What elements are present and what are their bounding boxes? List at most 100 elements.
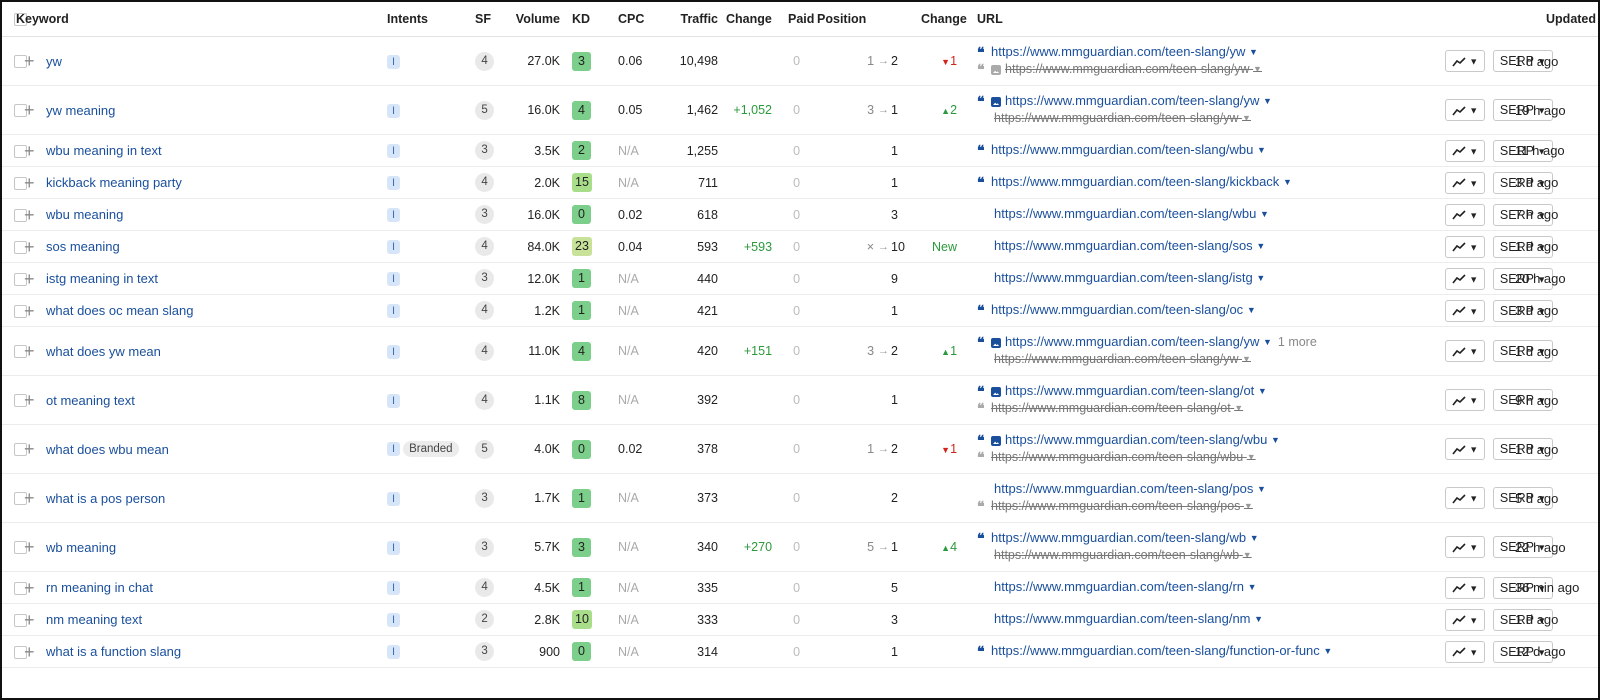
add-keyword-icon[interactable]: + (24, 174, 35, 192)
position-history-button[interactable]: ▼ (1445, 299, 1486, 322)
add-keyword-icon[interactable]: + (24, 440, 35, 458)
position-history-button[interactable]: ▼ (1445, 536, 1486, 558)
url-link[interactable]: https://www.mmguardian.com/teen-slang/po… (994, 481, 1266, 496)
url-link[interactable]: https://www.mmguardian.com/teen-slang/ot… (1005, 383, 1267, 398)
keyword-link[interactable]: rn meaning in chat (46, 580, 153, 595)
position-history-button[interactable]: ▼ (1445, 640, 1486, 663)
sf-count-badge[interactable]: 3 (475, 488, 495, 508)
header-paid[interactable]: Paid (788, 2, 818, 37)
sf-count-badge[interactable]: 4 (475, 578, 495, 597)
sf-count-badge[interactable]: 4 (475, 237, 495, 256)
keyword-link[interactable]: what does oc mean slang (46, 303, 193, 318)
previous-url-link[interactable]: https://www.mmguardian.com/teen-slang/po… (991, 499, 1253, 513)
header-position[interactable]: Position (817, 2, 922, 37)
keyword-link[interactable]: sos meaning (46, 239, 120, 254)
table-row[interactable]: + kickback meaning party I 4 2.0K 15 N/A… (2, 166, 1598, 199)
header-traffic-change[interactable]: Change (726, 2, 789, 37)
table-row[interactable]: + what is a pos person I 3 1.7K 1 N/A 37… (2, 473, 1598, 523)
position-history-button[interactable]: ▼ (1445, 576, 1486, 599)
header-traffic[interactable]: Traffic (658, 2, 727, 37)
header-updated[interactable]: Updated (1441, 2, 1598, 37)
previous-url-dropdown-icon[interactable]: ▼ (1243, 551, 1252, 561)
sf-count-badge[interactable]: 5 (475, 100, 495, 120)
table-row[interactable]: + what is a function slang I 3 900 0 N/A… (2, 635, 1598, 668)
table-row[interactable]: + what does oc mean slang I 4 1.2K 1 N/A… (2, 294, 1598, 327)
previous-url-link[interactable]: https://www.mmguardian.com/teen-slang/yw… (1005, 62, 1262, 76)
add-keyword-icon[interactable]: + (24, 270, 35, 288)
url-link[interactable]: https://www.mmguardian.com/teen-slang/wb… (994, 206, 1269, 221)
url-dropdown-icon[interactable]: ▼ (1254, 615, 1263, 625)
previous-url-dropdown-icon[interactable]: ▼ (1253, 65, 1262, 75)
header-sf[interactable]: SF (475, 2, 511, 37)
keyword-link[interactable]: wbu meaning (46, 207, 123, 222)
add-keyword-icon[interactable]: + (24, 538, 35, 556)
table-row[interactable]: + wbu meaning I 3 16.0K 0 0.02 618 0 3 h… (2, 198, 1598, 231)
url-dropdown-icon[interactable]: ▼ (1323, 647, 1332, 657)
table-row[interactable]: + istg meaning in text I 3 12.0K 1 N/A 4… (2, 262, 1598, 295)
sf-count-badge[interactable]: 4 (475, 301, 495, 320)
previous-url-link[interactable]: https://www.mmguardian.com/teen-slang/yw… (994, 111, 1251, 125)
add-keyword-icon[interactable]: + (24, 342, 35, 360)
keyword-link[interactable]: wb meaning (46, 540, 116, 555)
add-keyword-icon[interactable]: + (24, 238, 35, 256)
add-keyword-icon[interactable]: + (24, 643, 35, 661)
url-link[interactable]: https://www.mmguardian.com/teen-slang/yw… (1005, 93, 1272, 108)
table-row[interactable]: + yw I 4 27.0K 3 0.06 10,498 0 1 → 2 ▼ 1 … (2, 36, 1598, 86)
sf-count-badge[interactable]: 4 (475, 51, 495, 71)
previous-url-dropdown-icon[interactable]: ▼ (1247, 453, 1256, 463)
previous-url-link[interactable]: https://www.mmguardian.com/teen-slang/wb… (994, 548, 1252, 562)
sf-count-badge[interactable]: 4 (475, 390, 495, 410)
previous-url-dropdown-icon[interactable]: ▼ (1234, 404, 1243, 414)
add-keyword-icon[interactable]: + (24, 302, 35, 320)
header-kd[interactable]: KD (568, 2, 619, 37)
add-keyword-icon[interactable]: + (24, 101, 35, 119)
table-row[interactable]: + what does wbu mean I Branded 5 4.0K 0 0… (2, 424, 1598, 474)
sf-count-badge[interactable]: 4 (475, 173, 495, 192)
position-history-button[interactable]: ▼ (1445, 203, 1486, 226)
url-link[interactable]: https://www.mmguardian.com/teen-slang/fu… (991, 643, 1332, 658)
position-history-button[interactable]: ▼ (1445, 99, 1486, 121)
sf-count-badge[interactable]: 3 (475, 141, 495, 160)
table-row[interactable]: + what does yw mean I 4 11.0K 4 N/A 420 … (2, 326, 1598, 376)
url-link[interactable]: https://www.mmguardian.com/teen-slang/wb… (991, 530, 1259, 545)
table-row[interactable]: + sos meaning I 4 84.0K 23 0.04 593 +593… (2, 230, 1598, 263)
url-link[interactable]: https://www.mmguardian.com/teen-slang/so… (994, 238, 1265, 253)
url-dropdown-icon[interactable]: ▼ (1263, 96, 1272, 106)
previous-url-dropdown-icon[interactable]: ▼ (1244, 502, 1253, 512)
position-history-button[interactable]: ▼ (1445, 487, 1486, 509)
url-link[interactable]: https://www.mmguardian.com/teen-slang/nm… (994, 611, 1263, 626)
position-history-button[interactable]: ▼ (1445, 389, 1486, 411)
header-cpc[interactable]: CPC (618, 2, 659, 37)
table-row[interactable]: + ot meaning text I 4 1.1K 8 N/A 392 0 1… (2, 375, 1598, 425)
keyword-link[interactable]: nm meaning text (46, 612, 142, 627)
position-history-button[interactable]: ▼ (1445, 235, 1486, 258)
url-dropdown-icon[interactable]: ▼ (1256, 274, 1265, 284)
keyword-link[interactable]: istg meaning in text (46, 271, 158, 286)
keyword-link[interactable]: wbu meaning in text (46, 143, 162, 158)
header-volume[interactable]: Volume (510, 2, 569, 37)
sf-count-badge[interactable]: 5 (475, 439, 495, 459)
position-history-button[interactable]: ▼ (1445, 438, 1486, 460)
keyword-link[interactable]: ot meaning text (46, 393, 135, 408)
url-dropdown-icon[interactable]: ▼ (1247, 306, 1256, 316)
keyword-link[interactable]: what is a function slang (46, 644, 181, 659)
keyword-link[interactable]: what is a pos person (46, 491, 165, 506)
url-link[interactable]: https://www.mmguardian.com/teen-slang/wb… (1005, 432, 1280, 447)
url-dropdown-icon[interactable]: ▼ (1263, 337, 1272, 347)
url-dropdown-icon[interactable]: ▼ (1249, 47, 1258, 57)
table-row[interactable]: + rn meaning in chat I 4 4.5K 1 N/A 335 … (2, 571, 1598, 604)
position-history-button[interactable]: ▼ (1445, 171, 1486, 194)
table-row[interactable]: + wbu meaning in text I 3 3.5K 2 N/A 1,2… (2, 134, 1598, 167)
url-dropdown-icon[interactable]: ▼ (1283, 178, 1292, 188)
url-dropdown-icon[interactable]: ▼ (1271, 435, 1280, 445)
sf-count-badge[interactable]: 3 (475, 205, 495, 224)
url-dropdown-icon[interactable]: ▼ (1257, 146, 1266, 156)
previous-url-link[interactable]: https://www.mmguardian.com/teen-slang/ot… (991, 401, 1243, 415)
url-dropdown-icon[interactable]: ▼ (1257, 484, 1266, 494)
url-dropdown-icon[interactable]: ▼ (1260, 210, 1269, 220)
add-keyword-icon[interactable]: + (24, 52, 35, 70)
keyword-link[interactable]: what does wbu mean (46, 442, 169, 457)
keyword-link[interactable]: yw meaning (46, 103, 115, 118)
sf-count-badge[interactable]: 4 (475, 341, 495, 361)
add-keyword-icon[interactable]: + (24, 391, 35, 409)
